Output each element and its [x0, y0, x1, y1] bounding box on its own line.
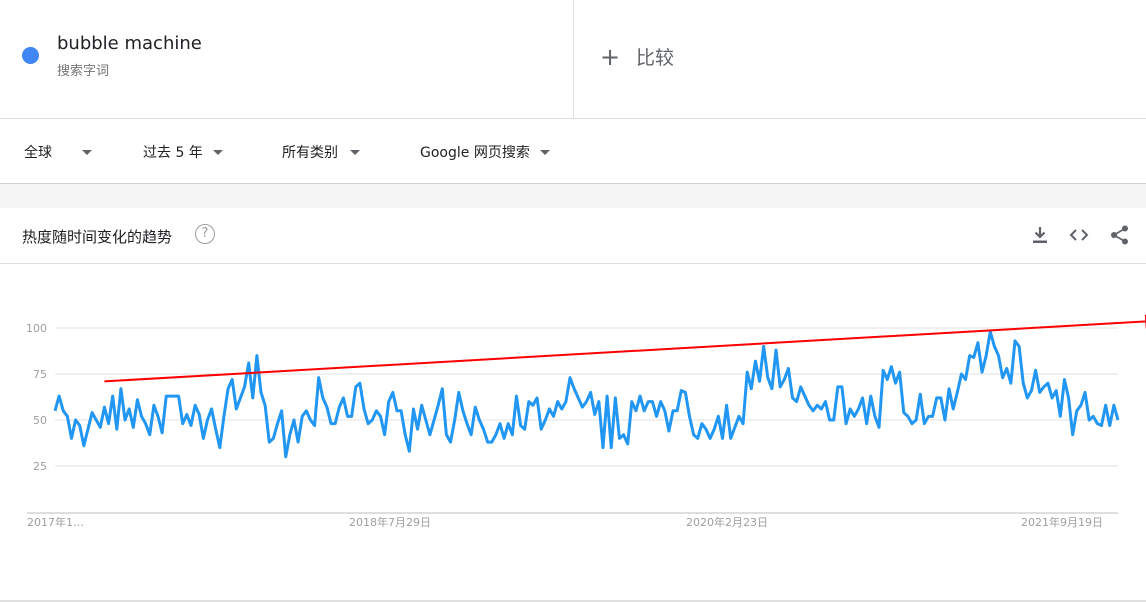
- y-tick-label: 25: [33, 460, 47, 473]
- search-term-card[interactable]: bubble machine 搜索字词: [0, 0, 574, 118]
- time-range-filter[interactable]: 过去 5 年: [143, 142, 223, 162]
- search-term-subtitle: 搜索字词: [57, 64, 110, 79]
- compare-button[interactable]: + 比较: [600, 43, 674, 70]
- dropdown-arrow-icon: [539, 149, 550, 155]
- interest-chart: 25 50 75 100 2017年1… 2018年7月29日 2020年2月23日 2021…: [0, 264, 1146, 568]
- help-icon[interactable]: ?: [195, 224, 215, 244]
- share-icon[interactable]: [1109, 224, 1131, 246]
- download-icon[interactable]: [1029, 224, 1051, 246]
- dropdown-arrow-icon: [350, 149, 360, 155]
- plus-icon: +: [600, 42, 621, 71]
- search-term-name[interactable]: bubble machine: [57, 33, 202, 54]
- term-color-dot: [22, 47, 39, 64]
- search-term-header: bubble machine 搜索字词 + 比较: [0, 0, 1146, 119]
- card-header: 热度随时间变化的趋势 ?: [0, 208, 1146, 264]
- search-type-filter-label: Google 网页搜索: [420, 145, 530, 161]
- x-tick-label: 2021年9月19日: [1021, 515, 1103, 529]
- y-tick-label: 75: [33, 368, 47, 381]
- y-tick-label: 100: [26, 322, 47, 335]
- card-title: 热度随时间变化的趋势: [22, 228, 173, 246]
- time-range-filter-label: 过去 5 年: [143, 145, 203, 161]
- interest-over-time-card: 热度随时间变化的趋势 ? 25 50 75 100 2017年1… 2018年7月29日 2…: [0, 208, 1146, 602]
- x-tick-label: 2017年1…: [27, 515, 84, 529]
- x-tick-label: 2020年2月23日: [686, 515, 768, 529]
- category-filter-label: 所有类别: [282, 145, 338, 161]
- embed-icon[interactable]: [1068, 224, 1090, 246]
- section-divider: [0, 184, 1146, 208]
- trend-arrow-line: [104, 320, 1146, 383]
- category-filter[interactable]: 所有类别: [282, 142, 360, 162]
- dropdown-arrow-icon: [82, 149, 92, 155]
- compare-label: 比较: [636, 47, 675, 69]
- y-tick-label: 50: [33, 414, 47, 427]
- region-filter[interactable]: 全球: [24, 142, 92, 162]
- search-type-filter[interactable]: Google 网页搜索: [420, 142, 550, 162]
- region-filter-label: 全球: [24, 145, 52, 161]
- line-chart: 25 50 75 100 2017年1… 2018年7月29日 2020年2月23日 2021…: [26, 314, 1146, 529]
- filter-bar: 全球 过去 5 年 所有类别 Google 网页搜索: [0, 119, 1146, 184]
- dropdown-arrow-icon: [212, 149, 223, 155]
- series-line: [53, 330, 1120, 459]
- x-tick-label: 2018年7月29日: [349, 515, 431, 529]
